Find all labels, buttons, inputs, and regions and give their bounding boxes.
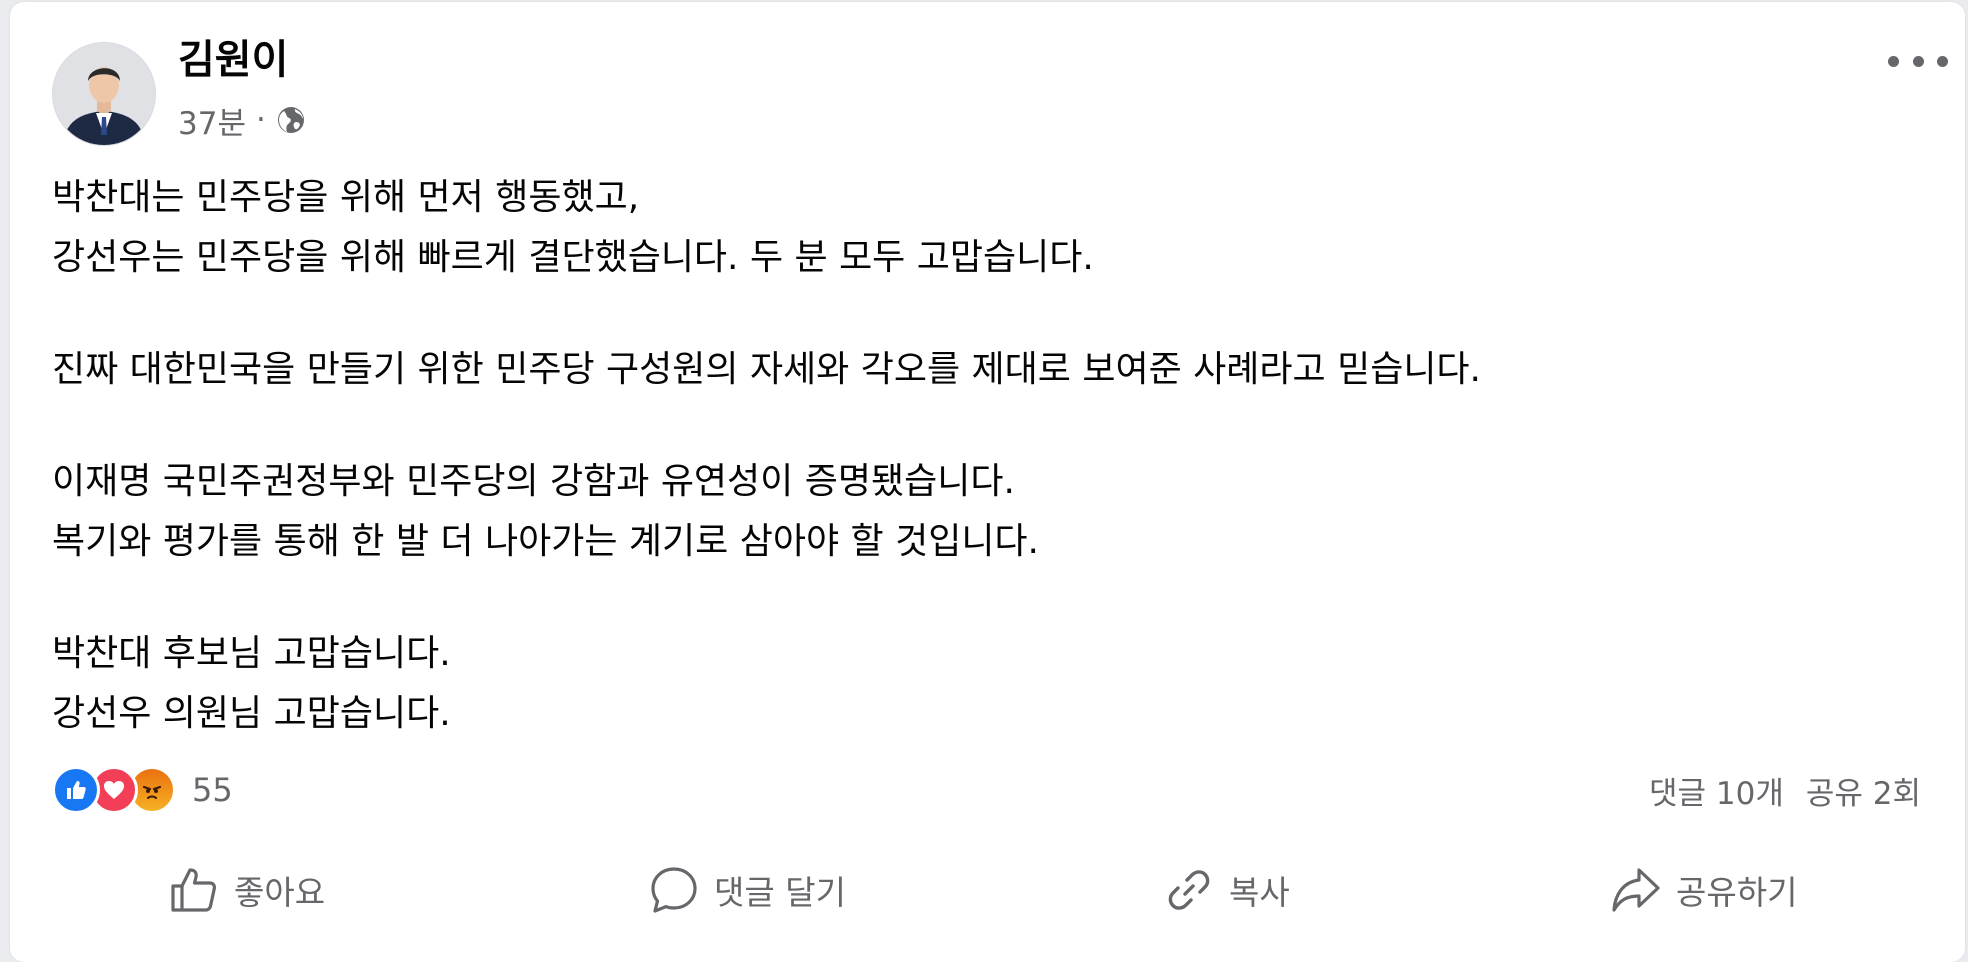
globe-icon[interactable] [276, 105, 306, 135]
avatar[interactable] [52, 42, 156, 146]
comment-bubble-icon [648, 864, 700, 916]
copy-label: 복사 [1229, 873, 1290, 912]
action-bar: 좋아요 댓글 달기 복사 공유하기 [0, 855, 1968, 925]
like-button[interactable]: 좋아요 [168, 855, 325, 925]
post-text-line: 복기와 평가를 통해 한 발 더 나아가는 계기로 삼아야 할 것입니다. [52, 521, 1039, 562]
like-reaction-icon [52, 766, 100, 814]
post-time[interactable]: 37분 [178, 98, 246, 143]
share-count[interactable]: 공유 2회 [1806, 768, 1921, 813]
meta-separator: · [255, 102, 266, 138]
post-text-line: 진짜 대한민국을 만들기 위한 민주당 구성원의 자세와 각오를 제대로 보여준… [52, 349, 1482, 390]
post-card: 김원이 37분 · 박찬대는 민주당을 위해 먼저 행동했고, 강선우는 민주당… [10, 2, 1965, 962]
more-dot-icon [1937, 55, 1948, 67]
post-text-line: 강선우 의원님 고맙습니다. [52, 693, 451, 734]
comment-button[interactable]: 댓글 달기 [648, 855, 846, 925]
post-meta: 37분 · [178, 98, 306, 143]
reaction-count[interactable]: 55 [192, 771, 233, 809]
engagement-counts: 댓글 10개 공유 2회 [1649, 765, 1921, 815]
more-options-button[interactable] [1888, 46, 1948, 76]
more-dot-icon [1888, 55, 1899, 67]
more-dot-icon [1912, 55, 1924, 67]
copy-button[interactable]: 복사 [1163, 855, 1290, 925]
post-text-line: 박찬대는 민주당을 위해 먼저 행동했고, [52, 177, 640, 218]
post-text-line: 강선우는 민주당을 위해 빠르게 결단했습니다. 두 분 모두 고맙습니다. [52, 237, 1094, 278]
profile-photo [53, 43, 155, 145]
like-label: 좋아요 [234, 873, 326, 912]
share-label: 공유하기 [1676, 873, 1798, 912]
reaction-summary[interactable]: 55 [52, 765, 233, 815]
post-text-line: 이재명 국민주권정부와 민주당의 강함과 유연성이 증명됐습니다. [52, 461, 1015, 502]
comment-count[interactable]: 댓글 10개 [1649, 768, 1784, 813]
share-button[interactable]: 공유하기 [1610, 855, 1797, 925]
post-text-line: 박찬대 후보님 고맙습니다. [52, 633, 451, 674]
link-icon [1163, 864, 1215, 916]
thumbs-up-icon [168, 864, 220, 916]
post-body: 박찬대는 민주당을 위해 먼저 행동했고, 강선우는 민주당을 위해 빠르게 결… [52, 168, 1932, 744]
share-arrow-icon [1610, 864, 1662, 916]
author-name[interactable]: 김원이 [178, 36, 288, 84]
comment-label: 댓글 달기 [714, 873, 846, 912]
